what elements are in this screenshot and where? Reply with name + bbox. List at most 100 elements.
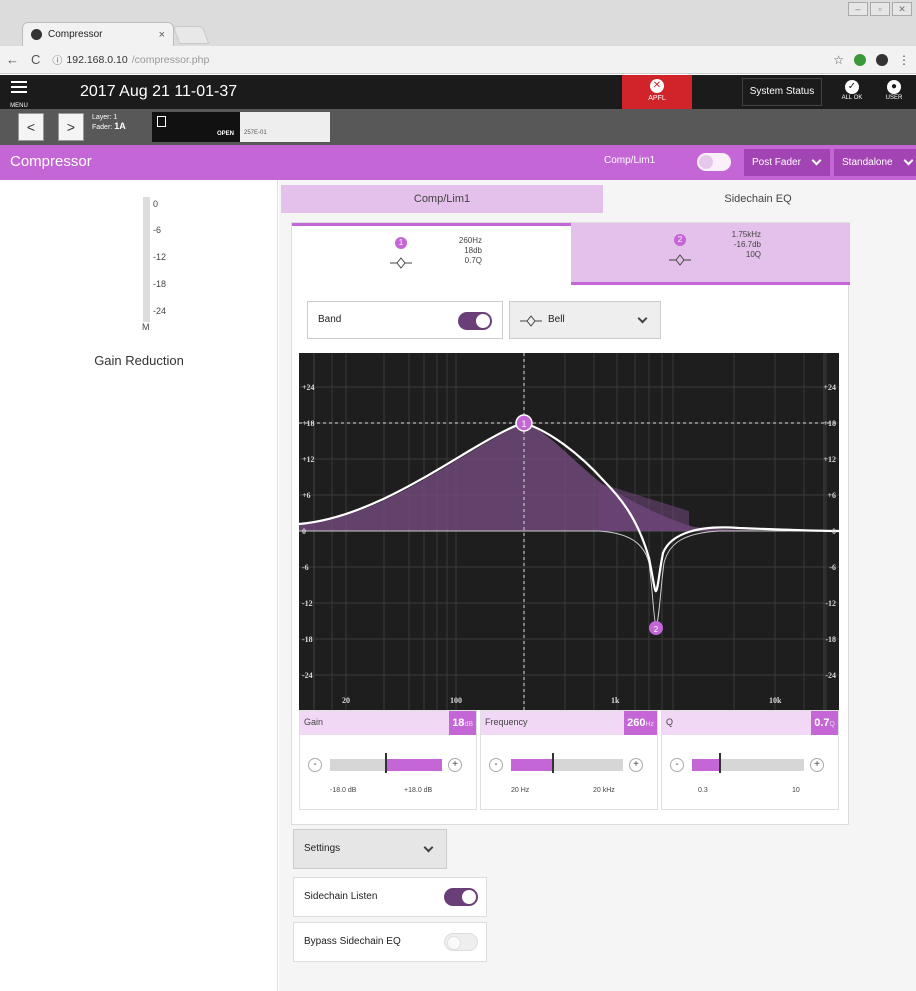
minimize-button[interactable]: – <box>848 2 868 16</box>
new-tab-button[interactable] <box>172 26 210 44</box>
extension-green-icon[interactable] <box>854 53 866 66</box>
band-gain: 18db <box>464 246 482 255</box>
next-fader-button[interactable]: > <box>58 113 84 141</box>
filter-type-dropdown[interactable]: Bell <box>509 301 661 339</box>
settings-dropdown[interactable]: Settings <box>293 829 447 869</box>
band-q: 10Q <box>745 250 761 259</box>
band-tab-2[interactable]: 2 1.75kHz -16.7db 10Q <box>571 223 850 285</box>
maximize-button[interactable]: ▫ <box>870 2 890 16</box>
gain-decrease-button[interactable]: - <box>308 758 322 772</box>
y-tick-label: -6 <box>829 563 836 572</box>
frequency-increase-button[interactable]: + <box>629 758 643 772</box>
gain-slider[interactable] <box>330 753 442 773</box>
chevron-down-icon <box>811 155 822 166</box>
gain-control: Gain 18dB - + -18.0 dB +18.0 dB <box>299 710 477 810</box>
all-ok-indicator[interactable]: ✓ ALL OK <box>834 78 870 106</box>
y-tick-label: +24 <box>823 383 836 392</box>
frequency-value[interactable]: 260Hz <box>624 711 657 735</box>
meter-scale-label: -18 <box>153 279 167 289</box>
y-tick-label: 0 <box>302 527 306 536</box>
y-tick-label: +12 <box>823 455 836 464</box>
sidechain-eq-panel: 1 260Hz 18db 0.7Q 2 1.75kHz -16.7db 10Q <box>291 222 850 825</box>
extension-dark-icon[interactable] <box>876 53 888 66</box>
y-tick-label: +6 <box>302 491 311 500</box>
y-tick-label: 0 <box>832 527 836 536</box>
band-info: 1.75kHz -16.7db 10Q <box>711 230 761 260</box>
band-enable-toggle[interactable] <box>458 312 492 330</box>
tab-sidechain-eq[interactable]: Sidechain EQ <box>605 185 911 213</box>
post-fader-label: Post Fader <box>752 157 801 168</box>
chevron-down-icon <box>903 155 914 166</box>
q-slider[interactable] <box>692 753 804 773</box>
meter-scale-label: -12 <box>153 252 167 262</box>
previous-fader-button[interactable]: < <box>18 113 44 141</box>
reload-icon[interactable]: C <box>31 52 40 67</box>
gain-value-unit: dB <box>464 721 473 728</box>
q-decrease-button[interactable]: - <box>670 758 684 772</box>
q-increase-button[interactable]: + <box>810 758 824 772</box>
user-label: USER <box>885 95 903 101</box>
gain-reduction-meter <box>143 197 150 322</box>
standalone-dropdown[interactable]: Standalone <box>834 149 916 176</box>
layer-info: Layer: 1 Fader: 1A <box>92 113 152 141</box>
y-tick-label: -18 <box>825 635 836 644</box>
band-2-curve <box>299 530 839 627</box>
comp-lim-toggle[interactable] <box>697 153 731 171</box>
channel-open-block[interactable]: OPEN <box>152 112 240 142</box>
gain-value[interactable]: 18dB <box>449 711 476 735</box>
checkmark-icon: ✓ <box>845 80 859 94</box>
q-control: Q 0.7Q - + 0.3 10 <box>661 710 839 810</box>
bypass-sidechain-eq-toggle[interactable] <box>444 933 478 951</box>
app-header: MENU 2017 Aug 21 11-01-37 ✕ APFL System … <box>0 75 916 109</box>
bookmark-star-icon[interactable]: ☆ <box>833 53 844 67</box>
gain-increase-button[interactable]: + <box>448 758 462 772</box>
tab-comp-lim[interactable]: Comp/Lim1 <box>281 185 603 213</box>
url-field[interactable]: ⓘ 192.168.0.10/compressor.php <box>52 52 209 68</box>
x-tick-label: 100 <box>450 696 462 705</box>
gain-slider-thumb[interactable] <box>385 753 387 773</box>
q-label: Q <box>666 717 674 727</box>
frequency-control: Frequency 260Hz - + 20 Hz 20 kHz <box>480 710 658 810</box>
channel-square-icon <box>157 116 166 127</box>
alert-x-icon: ✕ <box>650 79 664 93</box>
apfl-button[interactable]: ✕ APFL <box>622 75 692 109</box>
frequency-slider-thumb[interactable] <box>552 753 554 773</box>
x-tick-label: 10k <box>769 696 782 705</box>
sidechain-listen-toggle[interactable] <box>444 888 478 906</box>
post-fader-dropdown[interactable]: Post Fader <box>744 149 830 176</box>
frequency-slider[interactable] <box>511 753 623 773</box>
frequency-max-label: 20 kHz <box>593 787 615 794</box>
y-tick-label: +12 <box>302 455 315 464</box>
q-value-unit: Q <box>829 721 835 728</box>
back-arrow-icon[interactable]: ← <box>6 52 19 67</box>
compressor-bar: Compressor Comp/Lim1 Post Fader Standalo… <box>0 145 916 180</box>
y-tick-label: +18 <box>302 419 315 428</box>
gain-slider-fill <box>386 759 442 771</box>
q-value-number: 0.7 <box>814 717 830 729</box>
close-window-button[interactable]: ✕ <box>892 2 912 16</box>
browser-menu-icon[interactable]: ⋮ <box>898 53 910 67</box>
bypass-sidechain-eq-row: Bypass Sidechain EQ <box>293 922 487 962</box>
comp-lim-label: Comp/Lim1 <box>604 155 656 166</box>
x-axis-labels: 20 100 1k 10k <box>342 696 782 705</box>
chevron-down-icon <box>423 842 434 853</box>
band-q: 0.7Q <box>464 256 482 265</box>
meter-bottom-label: M <box>142 322 150 332</box>
menu-button[interactable]: MENU <box>6 78 32 109</box>
eq-curve-graph[interactable]: 1 2 +24 +18 +12 +6 0 -6 -12 -18 -24 +24 … <box>299 353 839 710</box>
browser-tab[interactable]: Compressor × <box>22 22 174 46</box>
fader-value: 1A <box>114 121 126 131</box>
q-slider-thumb[interactable] <box>719 753 721 773</box>
system-status-button[interactable]: System Status <box>742 78 822 106</box>
q-value[interactable]: 0.7Q <box>811 711 838 735</box>
apfl-label: APFL <box>648 95 666 102</box>
gain-label: Gain <box>304 717 324 727</box>
y-tick-label: +18 <box>823 419 836 428</box>
bell-filter-icon <box>390 257 412 269</box>
band-tab-1[interactable]: 1 260Hz 18db 0.7Q <box>292 223 571 285</box>
user-button[interactable]: ● USER <box>876 78 912 106</box>
band-frequency: 1.75kHz <box>731 230 761 239</box>
band-number-badge: 2 <box>674 234 686 246</box>
close-tab-icon[interactable]: × <box>159 29 165 41</box>
frequency-decrease-button[interactable]: - <box>489 758 503 772</box>
